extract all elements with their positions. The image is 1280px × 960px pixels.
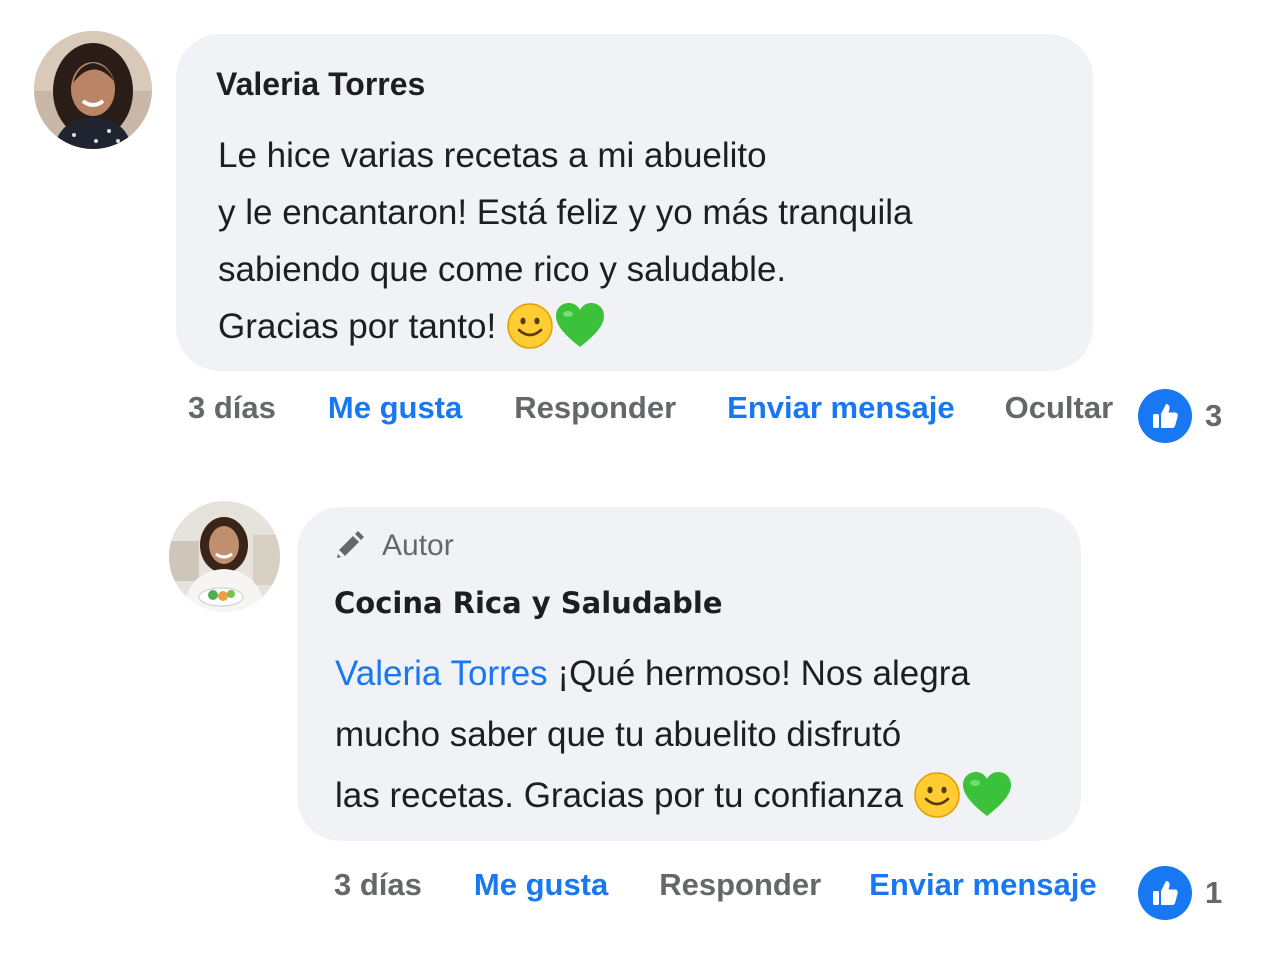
badge-label: Autor xyxy=(382,529,454,562)
comment-line: Le hice varias recetas a mi abuelito xyxy=(218,136,767,175)
timestamp[interactable]: 3 días xyxy=(188,390,276,426)
thumbs-up-icon xyxy=(1153,881,1178,905)
send-message-button[interactable]: Enviar mensaje xyxy=(727,390,954,426)
comment-text: Le hice varias recetas a mi abuelito y l… xyxy=(218,127,913,355)
reply-button[interactable]: Responder xyxy=(514,390,676,426)
thumbs-up-icon xyxy=(1153,404,1178,428)
mention-link[interactable]: Valeria Torres xyxy=(335,654,548,693)
reply-button[interactable]: Responder xyxy=(659,867,821,903)
like-button[interactable]: Me gusta xyxy=(328,390,462,426)
comment-line: y le encantaron! Está feliz y yo más tra… xyxy=(218,193,913,232)
comment-line-last: Gracias por tanto! xyxy=(218,298,913,355)
comment-line-last: las recetas. Gracias por tu confianza xyxy=(335,765,1013,826)
green-heart-icon xyxy=(555,302,604,347)
comment-author[interactable]: Valeria Torres xyxy=(216,66,425,103)
comment-thread: Valeria Torres Le hice varias recetas a … xyxy=(0,0,1280,960)
smiling-face-icon xyxy=(914,772,960,818)
like-reaction-icon[interactable] xyxy=(1138,866,1192,920)
like-button[interactable]: Me gusta xyxy=(474,867,608,903)
smiling-face-icon xyxy=(507,303,553,349)
comment-bubble: Valeria Torres Le hice varias recetas a … xyxy=(176,34,1093,371)
pencil-icon xyxy=(337,531,364,558)
comment-line: las recetas. Gracias por tu confianza xyxy=(335,776,904,815)
comment-line-first: Valeria Torres ¡Qué hermoso! Nos alegra xyxy=(335,643,1013,704)
avatar[interactable] xyxy=(169,501,280,612)
green-heart-icon xyxy=(962,771,1011,816)
comment-actions: 3 días Me gusta Responder Enviar mensaje xyxy=(334,867,1097,903)
send-message-button[interactable]: Enviar mensaje xyxy=(869,867,1096,903)
like-count: 1 xyxy=(1205,875,1223,910)
comment-line: ¡Qué hermoso! Nos alegra xyxy=(557,654,970,693)
reply-bubble: Autor Cocina Rica y Saludable Valeria To… xyxy=(297,507,1081,841)
comment-line: Gracias por tanto! xyxy=(218,307,497,346)
hide-button[interactable]: Ocultar xyxy=(1005,390,1114,426)
comment-line: mucho saber que tu abuelito disfrutó xyxy=(335,715,902,754)
comment-author[interactable]: Cocina Rica y Saludable xyxy=(334,586,723,620)
comment-actions: 3 días Me gusta Responder Enviar mensaje… xyxy=(188,390,1113,426)
avatar[interactable] xyxy=(34,31,152,149)
comment-line: sabiendo que come rico y saludable. xyxy=(218,250,787,289)
like-reaction-icon[interactable] xyxy=(1138,389,1192,443)
author-badge: Autor xyxy=(333,529,454,563)
comment-text: Valeria Torres ¡Qué hermoso! Nos alegra … xyxy=(335,643,1013,826)
like-count: 3 xyxy=(1205,398,1223,433)
timestamp[interactable]: 3 días xyxy=(334,867,422,903)
